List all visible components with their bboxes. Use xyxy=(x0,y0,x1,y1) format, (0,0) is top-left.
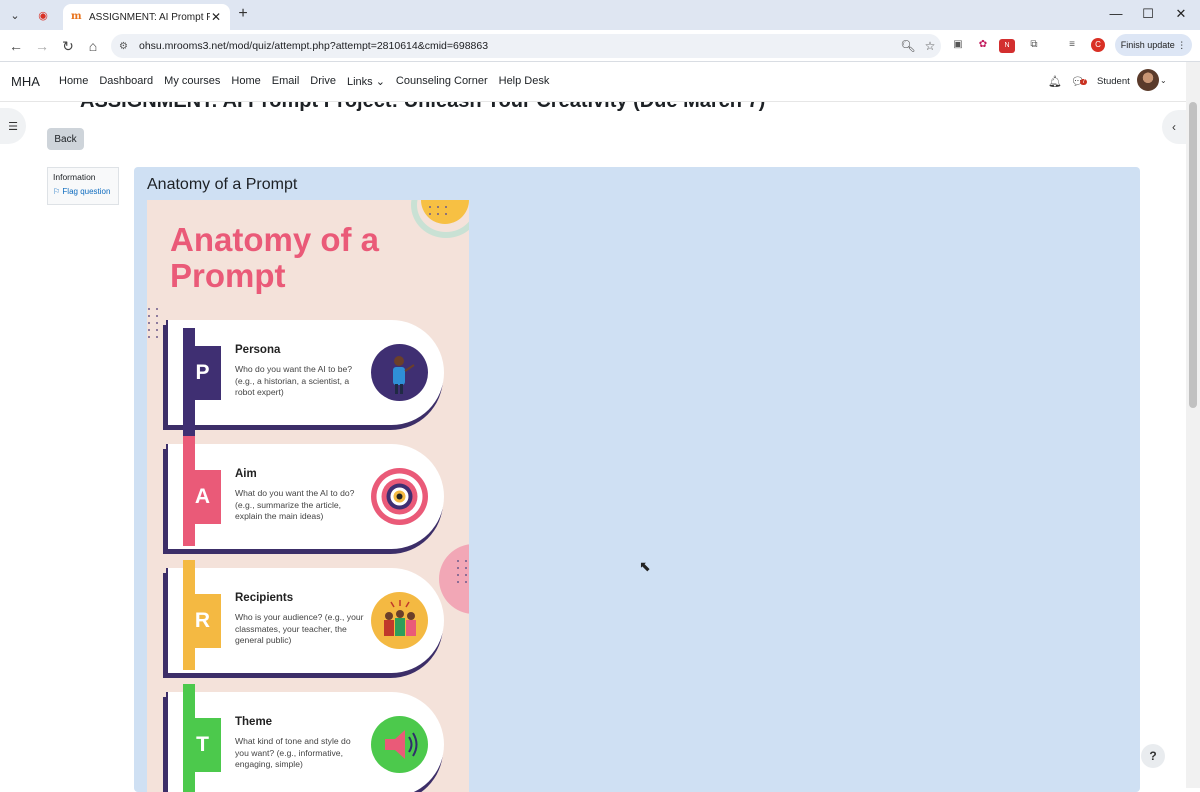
step-title: Persona xyxy=(235,344,281,356)
site-info-icon[interactable]: ⚙ xyxy=(119,41,133,52)
step-letter: R xyxy=(184,594,221,648)
step-title: Aim xyxy=(235,468,257,480)
anatomy-infographic: Anatomy of a Prompt P Persona Who do you… xyxy=(147,200,469,792)
nav-link-my-courses[interactable]: My courses xyxy=(164,75,220,88)
step-theme: T Theme What kind of tone and style do y… xyxy=(163,684,444,792)
home-icon[interactable]: ⌂ xyxy=(83,36,103,56)
target-icon xyxy=(371,468,428,525)
nav-link-links[interactable]: Links ⌄ xyxy=(347,75,385,88)
zoom-icon[interactable]: 🔍︎ xyxy=(897,39,919,53)
site-brand[interactable]: MHA xyxy=(11,74,40,89)
messages-icon[interactable]: 💬︎ 7 xyxy=(1071,75,1088,88)
user-menu-chevron-icon[interactable]: ⌄ xyxy=(1160,76,1167,85)
audience-icon xyxy=(371,592,428,649)
recording-icon[interactable]: ◉ xyxy=(33,5,53,25)
user-avatar[interactable] xyxy=(1137,69,1159,91)
block-drawer-chevron-icon[interactable]: ‹ xyxy=(1162,110,1186,144)
nav-link-counseling-corner[interactable]: Counseling Corner xyxy=(396,75,488,88)
flag-question-link[interactable]: ⚐ Flag question xyxy=(53,187,113,196)
tab-title: ASSIGNMENT: AI Prompt Proje xyxy=(89,11,210,23)
step-title: Recipients xyxy=(235,592,294,604)
bookmark-star-icon[interactable]: ☆ xyxy=(919,39,941,53)
question-heading: Anatomy of a Prompt xyxy=(147,176,298,193)
megaphone-icon xyxy=(371,716,428,773)
mouse-cursor-icon: ⬉ xyxy=(639,558,651,574)
browser-tab-active[interactable]: m ASSIGNMENT: AI Prompt Proje ✕ xyxy=(63,4,230,30)
extension-pink-icon[interactable]: ✿ xyxy=(975,39,991,53)
messages-badge: 7 xyxy=(1080,79,1088,85)
notifications-bell-icon[interactable]: 🔔︎ xyxy=(1048,75,1062,88)
address-bar[interactable]: ⚙ ohsu.mrooms3.net/mod/quiz/attempt.php?… xyxy=(111,34,941,58)
scrollbar-thumb[interactable] xyxy=(1189,102,1197,408)
step-description: What do you want the AI to do? (e.g., su… xyxy=(235,488,355,521)
decorative-dots xyxy=(429,206,448,215)
question-info-box: Information ⚐ Flag question xyxy=(47,167,119,205)
user-role-label[interactable]: Student xyxy=(1097,76,1130,87)
step-description: Who do you want the AI to be? (e.g., a h… xyxy=(235,364,353,397)
profile-avatar[interactable]: C xyxy=(1091,38,1105,52)
reading-list-icon[interactable]: ≡ xyxy=(1064,39,1080,53)
new-tab-icon[interactable]: + xyxy=(234,5,252,23)
forward-arrow-icon[interactable]: → xyxy=(32,36,52,56)
step-description: Who is your audience? (e.g., your classm… xyxy=(235,612,364,645)
info-label: Information xyxy=(53,172,96,182)
nav-link-dashboard[interactable]: Dashboard xyxy=(99,75,153,88)
close-window-icon[interactable]: ✕ xyxy=(1171,6,1191,22)
page-scrollbar[interactable] xyxy=(1186,62,1200,788)
infographic-title: Anatomy of a Prompt xyxy=(170,221,380,294)
step-persona: P Persona Who do you want the AI to be? … xyxy=(163,320,444,438)
flag-icon: ⚐ xyxy=(53,187,61,196)
site-navbar: MHA Home Dashboard My courses Home Email… xyxy=(0,62,1186,102)
extension-cast-icon[interactable]: ▣ xyxy=(950,39,966,53)
extension-new-icon[interactable]: N xyxy=(999,39,1015,53)
primary-navigation: Home Dashboard My courses Home Email Dri… xyxy=(59,75,549,88)
browser-tabbar: ⌄ ◉ m ASSIGNMENT: AI Prompt Proje ✕ + — … xyxy=(0,0,1200,30)
decorative-dots-right xyxy=(457,560,468,583)
minimize-icon[interactable]: — xyxy=(1106,6,1126,21)
back-arrow-icon[interactable]: ← xyxy=(6,36,26,56)
step-letter: A xyxy=(184,470,221,524)
moodle-favicon-icon: m xyxy=(71,11,82,22)
nav-link-help-desk[interactable]: Help Desk xyxy=(499,75,550,88)
finish-update-button[interactable]: Finish update ⋮ xyxy=(1115,34,1192,56)
step-description: What kind of tone and style do you want?… xyxy=(235,736,351,769)
maximize-icon[interactable]: ☐ xyxy=(1138,6,1158,22)
flag-question-label: Flag question xyxy=(62,187,111,196)
nav-link-home[interactable]: Home xyxy=(59,75,88,88)
step-title: Theme xyxy=(235,716,273,728)
step-letter: P xyxy=(184,346,221,400)
tab-search-chevron-icon[interactable]: ⌄ xyxy=(5,5,25,25)
step-aim: A Aim What do you want the AI to do? (e.… xyxy=(163,436,444,554)
persona-icon xyxy=(371,344,428,401)
nav-link-email[interactable]: Email xyxy=(272,75,300,88)
step-recipients: R Recipients Who is your audience? (e.g.… xyxy=(163,560,444,678)
finish-update-label: Finish update xyxy=(1120,40,1175,50)
extensions-puzzle-icon[interactable]: ⧉ xyxy=(1026,39,1042,53)
step-letter: T xyxy=(184,718,221,772)
browser-toolbar: ← → ↻ ⌂ ⚙ ohsu.mrooms3.net/mod/quiz/atte… xyxy=(0,30,1200,62)
reload-icon[interactable]: ↻ xyxy=(58,36,78,56)
url-text: ohsu.mrooms3.net/mod/quiz/attempt.php?at… xyxy=(139,40,489,52)
back-button[interactable]: Back xyxy=(47,128,84,150)
decorative-dots-left xyxy=(148,308,159,338)
nav-link-home-2[interactable]: Home xyxy=(231,75,260,88)
course-index-toggle-icon[interactable]: ☰ xyxy=(0,108,26,144)
close-tab-icon[interactable]: ✕ xyxy=(210,10,222,24)
nav-link-drive[interactable]: Drive xyxy=(310,75,336,88)
help-button[interactable]: ? xyxy=(1141,744,1165,768)
